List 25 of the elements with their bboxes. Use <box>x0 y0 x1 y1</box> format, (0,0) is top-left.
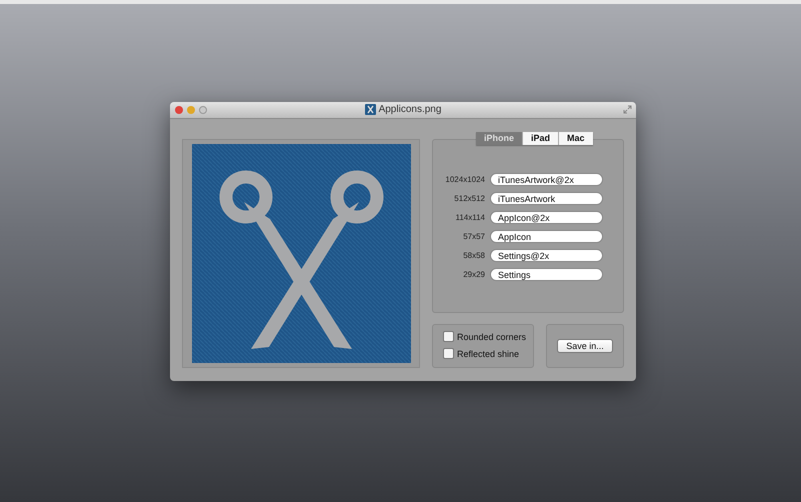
size-label: 58x58 <box>462 251 485 260</box>
filename-field[interactable]: Settings@2x <box>490 249 603 262</box>
filename-field[interactable]: iTunesArtwork <box>490 192 603 205</box>
close-button[interactable] <box>175 106 183 114</box>
filename-field[interactable]: AppIcon <box>490 230 603 243</box>
size-label: 29x29 <box>462 270 485 279</box>
fullscreen-icon[interactable] <box>623 105 632 114</box>
save-button[interactable]: Save in... <box>557 339 613 353</box>
size-label: 512x512 <box>453 194 485 203</box>
document-icon <box>364 104 376 115</box>
checkbox-label: Rounded corners <box>457 332 526 342</box>
checkbox[interactable] <box>443 331 454 342</box>
device-tab[interactable]: Mac <box>559 132 593 145</box>
filename-field[interactable]: iTunesArtwork@2x <box>490 173 603 186</box>
device-tab[interactable]: iPad <box>523 132 560 145</box>
size-label: 114x114 <box>454 213 485 222</box>
window-title: Applicons.png <box>378 104 442 115</box>
zoom-button[interactable] <box>199 106 207 114</box>
checkbox[interactable] <box>443 348 454 359</box>
checkbox-label: Reflected shine <box>457 348 520 358</box>
minimize-button[interactable] <box>187 106 195 114</box>
size-label: 57x57 <box>462 232 485 241</box>
filename-field[interactable]: AppIcon@2x <box>490 211 603 224</box>
filename-field[interactable]: Settings <box>490 268 603 281</box>
size-label: 1024x1024 <box>444 175 485 184</box>
